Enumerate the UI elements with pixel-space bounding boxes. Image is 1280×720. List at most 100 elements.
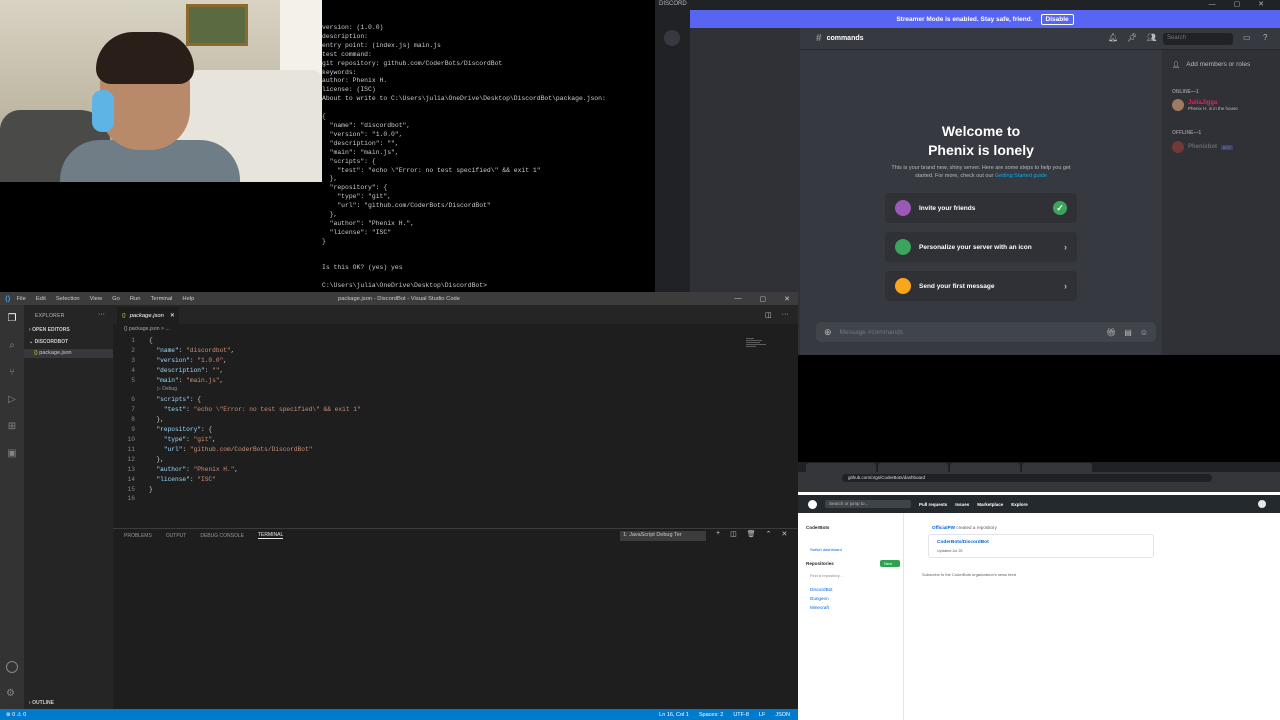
split-editor-icon[interactable]: ◫	[765, 311, 772, 319]
tab-package-json[interactable]: {} package.json ✕	[117, 307, 179, 324]
more-actions-icon[interactable]: ···	[98, 311, 105, 318]
browser-tab[interactable]	[806, 463, 876, 472]
new-terminal-icon[interactable]: +	[716, 530, 720, 538]
inbox-icon[interactable]: ▭	[1243, 33, 1251, 42]
nav-explore[interactable]: Explore	[1011, 502, 1028, 507]
browser-tab[interactable]	[878, 463, 948, 472]
repo-link-discordbot[interactable]: DiscordBot	[810, 587, 832, 592]
explorer-icon[interactable]: ❐	[6, 313, 18, 325]
menu-item-file[interactable]: File	[16, 296, 25, 302]
menu-item-terminal[interactable]: Terminal	[151, 296, 173, 302]
nav-issues[interactable]: Issues	[955, 502, 969, 507]
github-logo-icon[interactable]	[808, 499, 817, 509]
message-input[interactable]: ⊕ Message #commands 🎁︎ ▤ ☺	[816, 322, 1156, 342]
online-member[interactable]: JuliaJigga Phenix H. is in the house	[1172, 99, 1238, 111]
org-switcher[interactable]: CoderBots	[806, 525, 829, 530]
code-line[interactable]: 8 },	[113, 415, 164, 425]
avatar[interactable]	[1258, 500, 1266, 508]
menu-item-selection[interactable]: Selection	[56, 296, 80, 302]
send-message-card[interactable]: Send your first message ›	[885, 271, 1077, 301]
source-control-icon[interactable]: ⑂	[6, 367, 18, 379]
disable-streamer-button[interactable]: Disable	[1040, 13, 1074, 25]
discord-home-icon[interactable]	[664, 30, 680, 46]
help-icon[interactable]: ?	[1263, 33, 1267, 42]
gear-icon[interactable]: ⚙	[6, 688, 15, 699]
code-line[interactable]: 13 "author": "Phenix H.",	[113, 465, 239, 475]
split-terminal-icon[interactable]: ◫	[730, 530, 737, 538]
code-line[interactable]: 16	[113, 494, 149, 504]
panel-tab-problems[interactable]: PROBLEMS	[124, 533, 152, 539]
file-package-json[interactable]: {} package.json	[24, 349, 113, 358]
close-panel-icon[interactable]: ✕	[781, 530, 787, 538]
menu-item-edit[interactable]: Edit	[36, 296, 46, 302]
account-icon[interactable]	[6, 661, 18, 673]
menu-item-help[interactable]: Help	[182, 296, 194, 302]
status-item[interactable]: LF	[759, 712, 765, 718]
breadcrumb[interactable]: {} package.json > ...	[124, 326, 170, 332]
panel-tab-debug-console[interactable]: DEBUG CONSOLE	[200, 533, 244, 539]
repo-card[interactable]: CoderBots/DiscordBot Updated Jul 25	[928, 534, 1154, 558]
open-editors-section[interactable]: › OPEN EDITORS	[29, 327, 70, 333]
code-line[interactable]: 11 "url": "github.com/CoderBots/DiscordB…	[113, 445, 313, 455]
code-line[interactable]: 15}	[113, 485, 153, 495]
code-line[interactable]: 1{	[113, 336, 152, 346]
code-line[interactable]: 3 "version": "1.0.0",	[113, 356, 227, 366]
debug-codelens[interactable]: ▷ Debug	[157, 386, 177, 392]
subscribe-text[interactable]: Subscribe to the CoderBots organization'…	[922, 572, 1016, 577]
panel-tab-terminal[interactable]: TERMINAL	[257, 532, 284, 539]
add-members-button[interactable]: 👤︎ Add members or roles	[1172, 61, 1250, 69]
status-item[interactable]: UTF-8	[733, 712, 749, 718]
more-actions-icon[interactable]: ···	[782, 311, 789, 319]
code-editor[interactable]: 1{2 "name": "discordbot", 3 "version": "1…	[113, 336, 798, 526]
outline-section[interactable]: › OUTLINE	[29, 700, 54, 706]
code-line[interactable]: 12 },	[113, 455, 164, 465]
bell-icon[interactable]: 🔔︎	[1108, 33, 1118, 42]
code-line[interactable]: 9 "repository": {	[113, 425, 212, 435]
code-line[interactable]: 10 "type": "git",	[113, 435, 216, 445]
gift-icon[interactable]: 🎁︎	[1106, 328, 1116, 337]
discord-search-input[interactable]: Search	[1163, 33, 1233, 45]
gif-icon[interactable]: ▤	[1124, 328, 1132, 337]
menu-item-run[interactable]: Run	[130, 296, 141, 302]
folder-section[interactable]: ⌄ DISCORDBOT	[29, 339, 68, 345]
repo-link-dungeon[interactable]: Dungeon	[810, 596, 829, 601]
code-line[interactable]: 6 "scripts": {	[113, 395, 201, 405]
menu-item-go[interactable]: Go	[112, 296, 120, 302]
nav-marketplace[interactable]: Marketplace	[977, 502, 1003, 507]
new-repo-button[interactable]: New	[880, 560, 900, 567]
extensions-icon[interactable]: ⊞	[6, 421, 18, 433]
status-item[interactable]: Spaces: 2	[699, 712, 723, 718]
code-line[interactable]: 5 "main": "main.js",	[113, 376, 223, 386]
problems-status[interactable]: ⊗ 0 ⚠ 0	[6, 712, 26, 718]
code-line[interactable]: 4 "description": "",	[113, 366, 223, 376]
offline-member[interactable]: Phenixbot BOT	[1172, 141, 1234, 153]
close-tab-icon[interactable]: ✕	[170, 313, 175, 319]
emoji-icon[interactable]: ☺	[1140, 328, 1148, 337]
getting-started-link[interactable]: Getting Started guide	[995, 173, 1047, 179]
invite-friends-card[interactable]: Invite your friends ✓	[885, 193, 1077, 223]
repo-card-title[interactable]: CoderBots/DiscordBot	[937, 540, 989, 545]
address-bar[interactable]: github.com/orgs/CoderBots/dashboard	[842, 474, 1212, 482]
panel-tab-output[interactable]: OUTPUT	[166, 533, 187, 539]
run-debug-icon[interactable]: ▷	[6, 394, 18, 406]
chevron-up-icon[interactable]: ⌃	[766, 530, 772, 538]
switch-dashboard-link[interactable]: Switch dashboard	[810, 547, 842, 552]
discord-window-controls[interactable]: — ▢ ✕	[1209, 0, 1272, 8]
find-repository-input[interactable]: Find a repository...	[810, 573, 843, 578]
trash-icon[interactable]: 🗑︎	[747, 530, 756, 538]
status-item[interactable]: Ln 16, Col 1	[659, 712, 689, 718]
code-line[interactable]: 14 "license": "ISC"	[113, 475, 216, 485]
window-controls[interactable]: — ▢ ✕	[735, 295, 791, 303]
code-line[interactable]: 2 "name": "discordbot",	[113, 346, 234, 356]
terminal-select[interactable]: 1: JavaScript Debug Ter	[620, 531, 706, 541]
personalize-server-card[interactable]: Personalize your server with an icon ›	[885, 232, 1077, 262]
github-search-input[interactable]: Search or jump to...	[825, 500, 911, 508]
browser-tab[interactable]	[950, 463, 1020, 472]
nav-pull-requests[interactable]: Pull requests	[919, 502, 947, 507]
remote-explorer-icon[interactable]: ▣	[6, 448, 18, 460]
browser-tab-active[interactable]	[1022, 463, 1092, 472]
add-attachment-icon[interactable]: ⊕	[824, 327, 832, 338]
status-item[interactable]: JSON	[775, 712, 790, 718]
pin-icon[interactable]: 📌︎	[1127, 33, 1137, 42]
minimap[interactable]	[746, 338, 768, 348]
